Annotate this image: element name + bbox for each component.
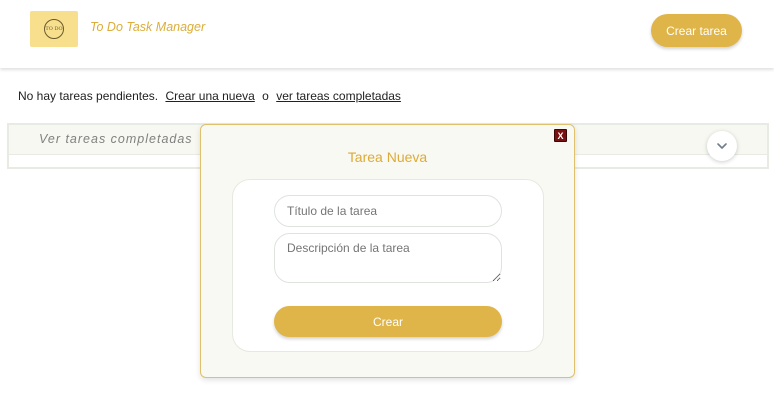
new-task-modal: X Tarea Nueva Crear — [200, 124, 575, 378]
logo-emblem: TO DO — [44, 19, 64, 39]
create-task-button[interactable]: Crear tarea — [651, 14, 742, 47]
create-new-link[interactable]: Crear una nueva — [165, 89, 254, 103]
separator-text: o — [262, 89, 269, 103]
new-task-form: Crear — [232, 179, 544, 352]
accordion-title: Ver tareas completadas — [39, 132, 193, 146]
create-button[interactable]: Crear — [274, 306, 502, 337]
no-tasks-text: No hay tareas pendientes. — [18, 89, 159, 103]
modal-title: Tarea Nueva — [347, 149, 428, 165]
task-title-input[interactable] — [274, 195, 502, 227]
status-message: No hay tareas pendientes. Crear una nuev… — [18, 89, 401, 103]
view-completed-link[interactable]: ver tareas completadas — [276, 89, 401, 103]
logo[interactable]: TO DO — [30, 11, 78, 47]
close-icon[interactable]: X — [554, 129, 567, 142]
chevron-down-icon[interactable] — [707, 131, 737, 161]
app-title: To Do Task Manager — [90, 20, 206, 34]
task-description-input[interactable] — [274, 233, 502, 283]
top-navbar: TO DO To Do Task Manager Crear tarea — [0, 0, 774, 68]
